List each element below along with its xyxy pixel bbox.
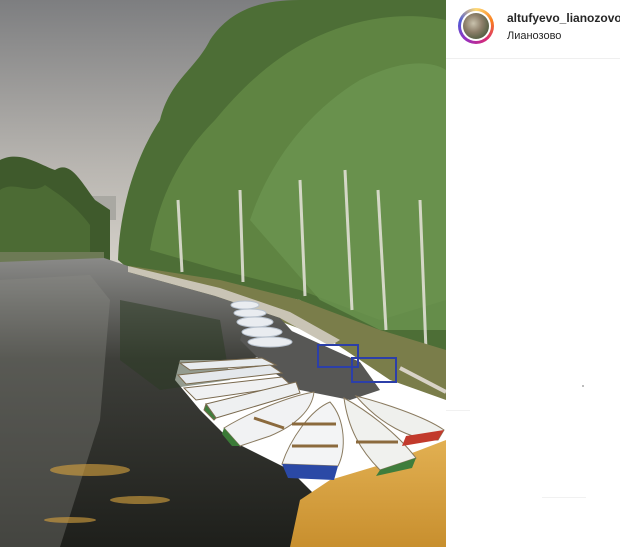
location-link[interactable]: Лианозово	[507, 30, 561, 42]
divider-line	[446, 410, 470, 411]
profile-avatar[interactable]	[461, 11, 491, 41]
avatar-image-icon	[463, 13, 489, 39]
dot-mark	[582, 385, 584, 387]
post-header: altufyevo_lianozovo Лианозово	[446, 0, 620, 59]
divider-line	[542, 497, 586, 498]
username-link[interactable]: altufyevo_lianozovo	[507, 11, 620, 25]
story-ring[interactable]	[458, 8, 494, 44]
park-pond-photo	[0, 0, 446, 547]
post-sidebar: altufyevo_lianozovo Лианозово	[446, 0, 620, 547]
post-photo[interactable]	[0, 0, 446, 547]
